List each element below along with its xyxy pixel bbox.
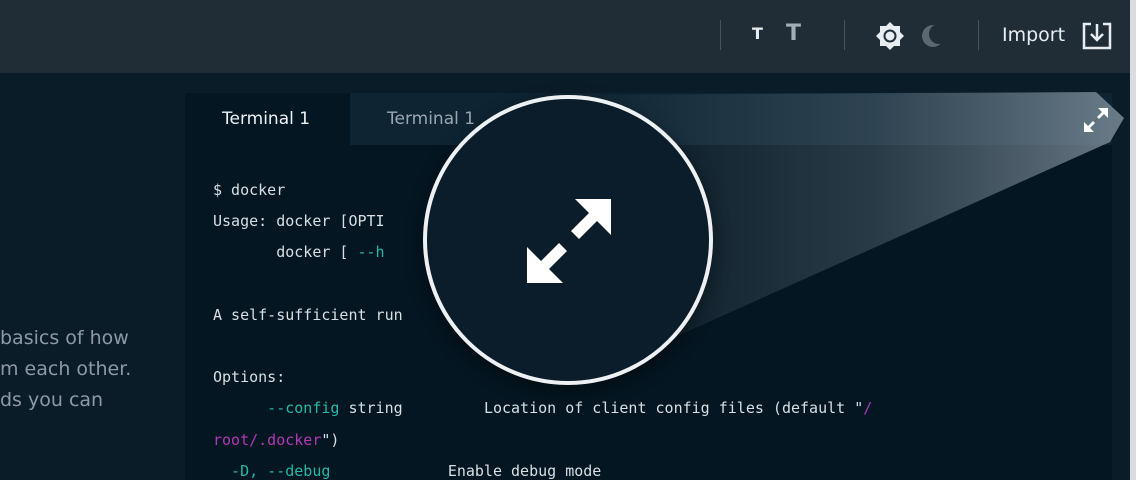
tab-terminal-1[interactable]: Terminal 1 [185,93,350,145]
font-size-small-button[interactable]: T [752,24,763,43]
intro-line: m each other. [0,358,132,380]
terminal-flag: -D, --debug [213,461,331,480]
intro-line: ds you can [0,389,104,411]
toolbar-divider [978,20,979,50]
terminal-line: -D, --debug Enable debug mode [213,456,1093,480]
expand-icon [527,199,611,283]
zoom-lens [423,95,713,385]
terminal-text: Location of client config files (default… [483,399,864,418]
expand-icon[interactable] [1080,104,1112,136]
terminal-string: / [863,399,873,418]
sun-icon[interactable] [874,20,906,52]
terminal-text: docker [ [213,243,358,262]
terminal-line: root/.docker") [213,425,1093,456]
terminal-text: Enable debug mode [447,461,602,480]
terminal-string: root/.docker [213,430,322,449]
font-size-large-button[interactable]: T [786,21,801,46]
terminal-text: string [339,399,466,418]
top-toolbar: T T Import [0,0,1136,73]
terminal-text: ") [321,430,340,449]
intro-line: basics of how [0,327,129,349]
intro-description: basics of how m each other. ds you can [0,323,150,416]
terminal-line: Options: [213,368,286,387]
import-button-label[interactable]: Import [1002,24,1065,46]
toolbar-divider [844,20,845,50]
terminal-flag: --h [357,243,385,262]
terminal-flag: --config [213,399,340,418]
terminal-line: --config string Location of client confi… [213,393,1093,424]
window-edge [1130,0,1136,480]
moon-icon[interactable] [919,22,947,50]
import-download-icon[interactable] [1081,21,1113,51]
toolbar-divider [720,20,721,50]
